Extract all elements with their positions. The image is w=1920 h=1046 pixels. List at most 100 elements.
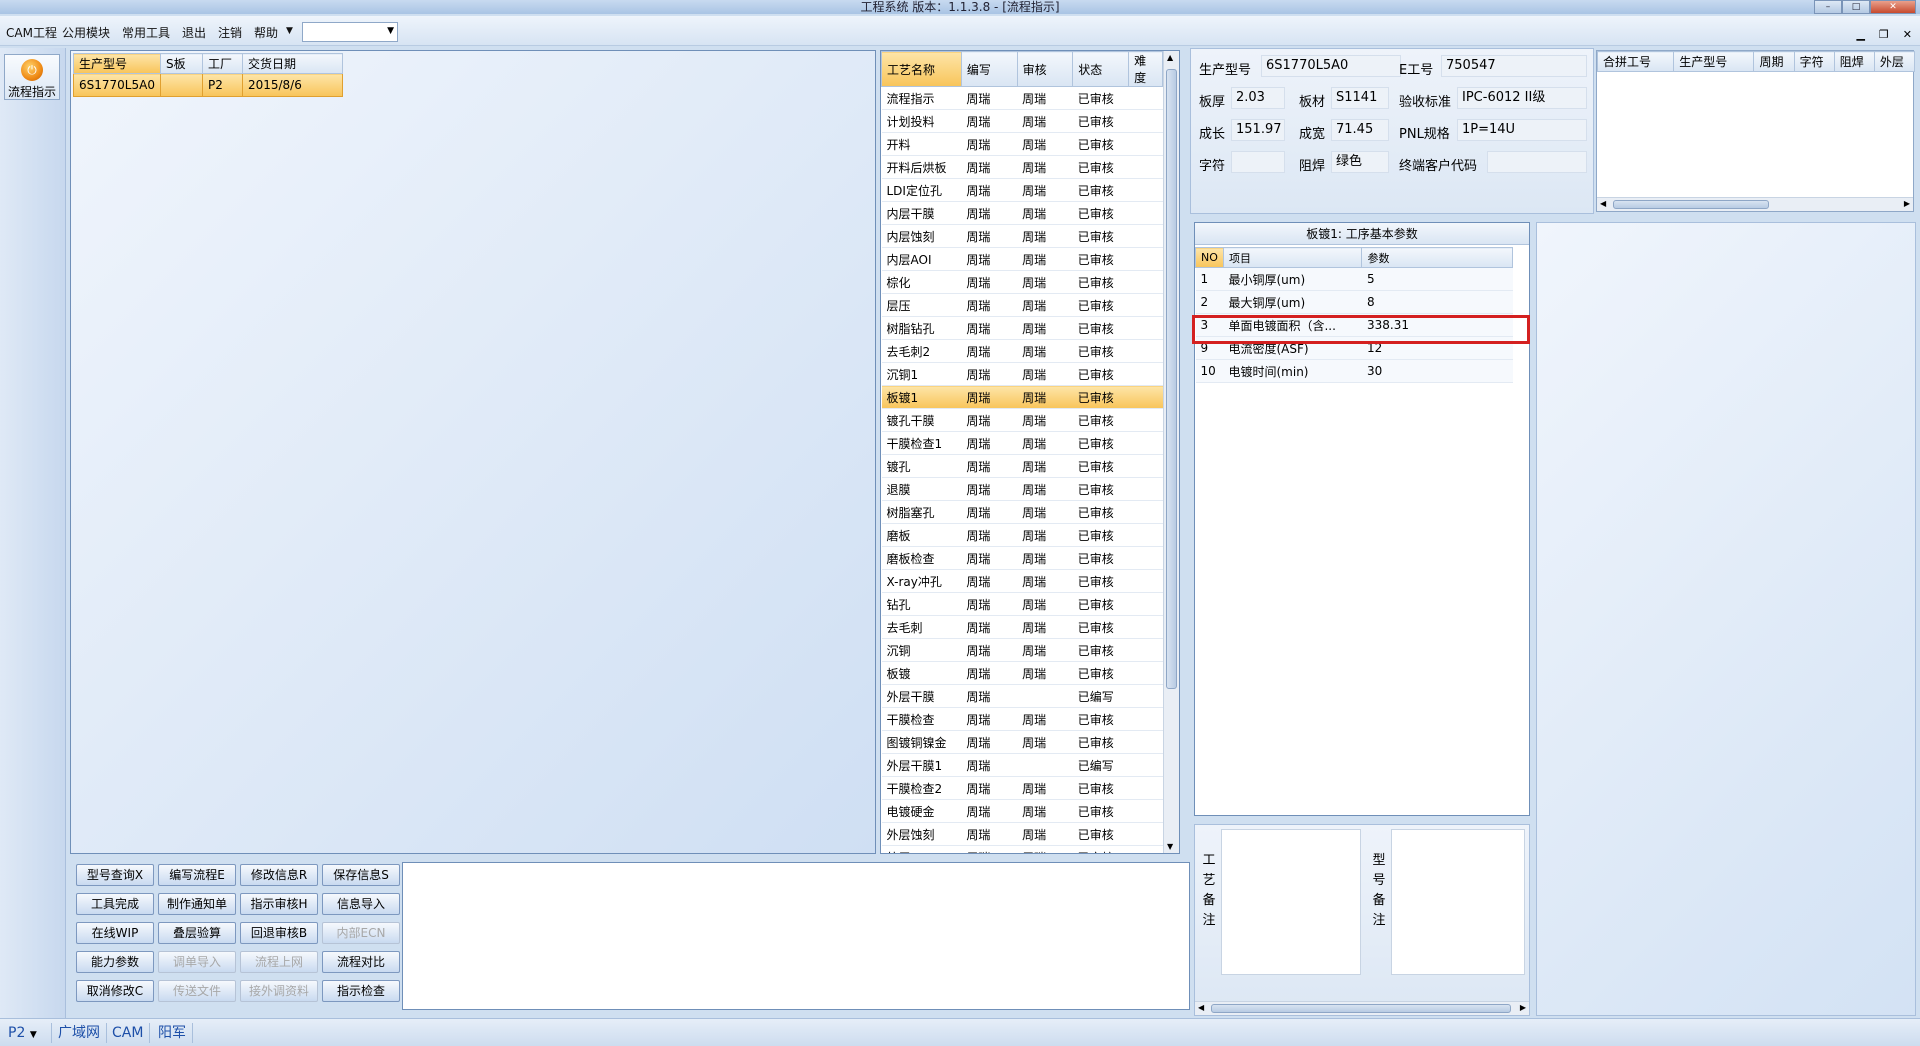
col-merge-outer[interactable]: 外层 bbox=[1873, 51, 1916, 72]
table-row[interactable]: 内层干膜 周瑞 周瑞 已审核 bbox=[881, 201, 1163, 225]
cell-reviewer[interactable]: 周瑞 bbox=[1017, 247, 1073, 271]
cell-writer[interactable]: 周瑞 bbox=[961, 845, 1018, 853]
scroll-right-icon[interactable]: ▶ bbox=[1520, 1003, 1526, 1012]
cell-reviewer[interactable]: 周瑞 bbox=[1017, 270, 1073, 294]
cell-difficulty[interactable] bbox=[1128, 339, 1163, 363]
cell-reviewer[interactable]: 周瑞 bbox=[1017, 316, 1073, 340]
cell-process-name[interactable]: 树脂钻孔 bbox=[881, 316, 962, 340]
cell-reviewer[interactable]: 周瑞 bbox=[1017, 707, 1073, 731]
cell-status[interactable]: 已审核 bbox=[1072, 799, 1129, 823]
action-button[interactable]: 传送文件 bbox=[158, 980, 236, 1002]
cell-writer[interactable]: 周瑞 bbox=[961, 638, 1018, 662]
close-icon[interactable]: ✕ bbox=[1870, 0, 1916, 14]
cell-status[interactable]: 已审核 bbox=[1072, 661, 1129, 685]
cell-difficulty[interactable] bbox=[1128, 293, 1163, 317]
cell-process-name[interactable]: 计划投料 bbox=[881, 109, 962, 133]
cell-status[interactable]: 已审核 bbox=[1072, 569, 1129, 593]
action-button[interactable]: 流程上网 bbox=[240, 951, 318, 973]
cell-difficulty[interactable] bbox=[1128, 385, 1163, 409]
action-button[interactable]: 修改信息R bbox=[240, 864, 318, 886]
cell-writer[interactable]: 周瑞 bbox=[961, 247, 1018, 271]
cell-difficulty[interactable] bbox=[1128, 224, 1163, 248]
cell-reviewer[interactable]: 周瑞 bbox=[1017, 661, 1073, 685]
cell-process-name[interactable]: 内层蚀刻 bbox=[881, 224, 962, 248]
cell-status[interactable]: 已审核 bbox=[1072, 270, 1129, 294]
table-row[interactable]: 外层AOI周瑞周瑞已审核 bbox=[881, 845, 1163, 853]
cell-writer[interactable]: 周瑞 bbox=[961, 385, 1018, 409]
cell-reviewer[interactable]: 周瑞 bbox=[1017, 408, 1073, 432]
cell-writer[interactable]: 周瑞 bbox=[961, 454, 1018, 478]
table-row[interactable]: 6S1770L5A0 P2 2015/8/6 bbox=[73, 73, 343, 97]
help-dropdown-icon[interactable]: ▼ bbox=[286, 26, 293, 36]
cell-writer[interactable]: 周瑞 bbox=[961, 592, 1018, 616]
scroll-right-icon[interactable]: ▶ bbox=[1904, 199, 1910, 208]
cell-difficulty[interactable] bbox=[1128, 454, 1163, 478]
char-field[interactable] bbox=[1231, 151, 1285, 173]
cell-reviewer[interactable]: 周瑞 bbox=[1017, 799, 1073, 823]
cell-no[interactable]: 2 bbox=[1195, 290, 1224, 314]
table-row[interactable]: 1 最小铜厚(um) 5 bbox=[1195, 267, 1513, 291]
cell-status[interactable]: 已审核 bbox=[1072, 707, 1129, 731]
hscroll-thumb[interactable] bbox=[1613, 200, 1769, 209]
cell-difficulty[interactable] bbox=[1128, 592, 1163, 616]
col-delivery-date[interactable]: 交货日期 bbox=[241, 53, 343, 74]
cell-difficulty[interactable] bbox=[1128, 822, 1163, 846]
scroll-left-icon[interactable]: ◀ bbox=[1198, 1003, 1204, 1012]
cell-status[interactable]: 已审核 bbox=[1072, 408, 1129, 432]
cell-process-name[interactable]: 开料后烘板 bbox=[881, 155, 962, 179]
cell-difficulty[interactable] bbox=[1128, 546, 1163, 570]
cell-item[interactable]: 最小铜厚(um) bbox=[1223, 267, 1362, 291]
mdi-minimize-icon[interactable]: ▁ bbox=[1856, 28, 1864, 41]
cell-status[interactable]: 已审核 bbox=[1072, 454, 1129, 478]
action-button[interactable]: 叠层验算 bbox=[158, 922, 236, 944]
action-button[interactable]: 调单导入 bbox=[158, 951, 236, 973]
cell-writer[interactable]: 周瑞 bbox=[961, 362, 1018, 386]
mdi-close-icon[interactable]: ✕ bbox=[1903, 28, 1912, 41]
col-no[interactable]: NO bbox=[1195, 247, 1224, 268]
cell-process-name[interactable]: 镀孔 bbox=[881, 454, 962, 478]
cell-status[interactable]: 已审核 bbox=[1072, 638, 1129, 662]
menu-common-modules[interactable]: 公用模块 bbox=[62, 24, 110, 41]
action-button[interactable]: 流程对比 bbox=[322, 951, 400, 973]
cell-difficulty[interactable] bbox=[1128, 661, 1163, 685]
cell-difficulty[interactable] bbox=[1128, 569, 1163, 593]
cell-difficulty[interactable] bbox=[1128, 523, 1163, 547]
table-row[interactable]: 开料 周瑞 周瑞 已审核 bbox=[881, 132, 1163, 156]
cell-writer[interactable]: 周瑞 bbox=[961, 730, 1018, 754]
col-merge-char[interactable]: 字符 bbox=[1793, 51, 1835, 72]
cell-reviewer[interactable]: 周瑞 bbox=[1017, 776, 1073, 800]
col-merge-cycle[interactable]: 周期 bbox=[1753, 51, 1795, 72]
cell-difficulty[interactable] bbox=[1128, 753, 1163, 777]
cell-difficulty[interactable] bbox=[1128, 408, 1163, 432]
cell-no[interactable]: 1 bbox=[1195, 267, 1224, 291]
table-row[interactable]: X-ray冲孔 周瑞 周瑞 已审核 bbox=[881, 569, 1163, 593]
table-row[interactable]: 去毛刺2 周瑞 周瑞 已审核 bbox=[881, 339, 1163, 363]
cell-reviewer[interactable]: 周瑞 bbox=[1017, 178, 1073, 202]
prod-field[interactable]: 6S1770L5A0 bbox=[1261, 55, 1401, 77]
cell-process-name[interactable]: 开料 bbox=[881, 132, 962, 156]
table-row[interactable]: 板镀 周瑞 周瑞 已审核 bbox=[881, 661, 1163, 685]
col-prod-model[interactable]: 生产型号 bbox=[73, 53, 161, 74]
action-button[interactable]: 指示检查 bbox=[322, 980, 400, 1002]
col-merge-no[interactable]: 合拼工号 bbox=[1596, 51, 1675, 72]
cell-writer[interactable]: 周瑞 bbox=[961, 408, 1018, 432]
cell-process-name[interactable]: 棕化 bbox=[881, 270, 962, 294]
cell-status[interactable]: 已审核 bbox=[1072, 776, 1129, 800]
process-scrollbar[interactable]: ▲ ▼ bbox=[1163, 51, 1179, 853]
cell-process-name[interactable]: 内层干膜 bbox=[881, 201, 962, 225]
cell-process-name[interactable]: 干膜检查 bbox=[881, 707, 962, 731]
cell-reviewer[interactable]: 周瑞 bbox=[1017, 500, 1073, 524]
col-difficulty[interactable]: 难度 bbox=[1128, 51, 1163, 87]
cell-difficulty[interactable] bbox=[1128, 270, 1163, 294]
action-button[interactable]: 回退审核B bbox=[240, 922, 318, 944]
cell-writer[interactable]: 周瑞 bbox=[961, 201, 1018, 225]
cell-status[interactable]: 已审核 bbox=[1072, 523, 1129, 547]
table-row[interactable]: 外层干膜1 周瑞 已编写 bbox=[881, 753, 1163, 777]
cell-status[interactable]: 已审核 bbox=[1072, 293, 1129, 317]
cell-status[interactable]: 已审核 bbox=[1072, 845, 1129, 853]
col-factory[interactable]: 工厂 bbox=[201, 53, 243, 74]
cell-reviewer[interactable]: 周瑞 bbox=[1017, 132, 1073, 156]
col-merge-model[interactable]: 生产型号 bbox=[1673, 51, 1755, 72]
cell-status[interactable]: 已审核 bbox=[1072, 477, 1129, 501]
table-row[interactable]: 镀孔 周瑞 周瑞 已审核 bbox=[881, 454, 1163, 478]
